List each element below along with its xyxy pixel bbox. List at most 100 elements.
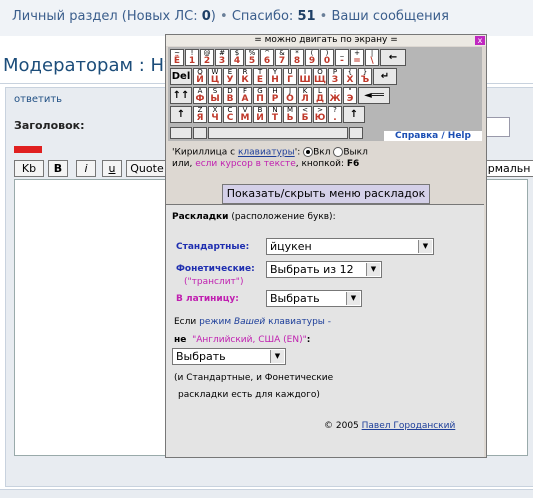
underline-button[interactable]: u [102,160,122,177]
function-key[interactable]: ↑ [343,106,365,123]
keyboard-key[interactable]: } Ъ [358,68,372,85]
keyboard-key[interactable]: UГ [283,68,297,85]
quote-button[interactable]: Quote [126,160,168,177]
keyboard-key[interactable]: JО [283,87,297,104]
mode-value: Выбрать [176,350,226,363]
keyboard-key[interactable]: #3 [215,49,229,66]
key-cyrillic: Ч [211,113,219,123]
key-cyrillic: 7 [278,56,286,66]
function-key[interactable]: ↑ [170,106,192,123]
keyboard-key[interactable]: QЙ [193,68,207,85]
keyboard-key[interactable]: _ - [335,49,349,66]
keyboard-key[interactable]: ! 1 [185,49,199,66]
keyboard-key[interactable]: ) 0 [320,49,334,66]
function-key[interactable]: ↵ [373,68,397,85]
keyboard-key[interactable]: OЩ [313,68,327,85]
space-row [170,127,364,140]
key-cyrillic: 1 [188,56,196,66]
author-link[interactable]: Павел Городанский [362,421,456,431]
cyr-prefix: 'Кириллица с [172,147,238,158]
keyboard-link[interactable]: клавиатуры [238,148,295,158]
keyboard-key[interactable]: ~ Ё [170,49,184,66]
keyboard-key[interactable]: WЦ [208,68,222,85]
latin-layout-select[interactable]: Выбрать ▼ [266,290,362,307]
keyboard-key[interactable]: SЫ [208,87,222,104]
alt-key[interactable] [193,127,207,139]
key-cyrillic: О [286,94,294,104]
keyboard-key[interactable]: YН [268,68,282,85]
function-key[interactable]: ◄══ [358,87,390,104]
thanks-link[interactable]: Спасибо: [232,9,298,24]
on-radio[interactable] [303,147,314,157]
keyboard-key[interactable]: VМ [238,106,252,123]
keyboard-key[interactable]: ZЯ [193,106,207,123]
alt-key[interactable] [349,127,363,139]
format-select[interactable]: ормальн [480,160,533,177]
virtual-keyboard-popup[interactable]: = можно двигать по экрану = x ~ Ё! 1 @2 #3 $4… [165,34,487,458]
function-key[interactable]: ↑↑ [170,87,192,104]
phonetic-layout-select[interactable]: Выбрать из 12 ▼ [266,261,382,278]
key-cyrillic: Ж [329,94,341,104]
keyboard-key[interactable]: " Э [343,87,357,104]
keyboard-key[interactable]: HР [268,87,282,104]
keyboard-key[interactable]: GП [253,87,267,104]
personal-section-link[interactable]: Личный раздел (Новых ЛС: [12,9,202,24]
keyboard-key[interactable]: LД [313,87,327,104]
drag-header[interactable]: = можно двигать по экрану = [166,35,486,46]
italic-button[interactable]: i [76,160,96,177]
bold-button[interactable]: B [48,160,68,177]
keyboard-key[interactable]: | \ [365,49,379,66]
function-key[interactable]: ← [380,49,406,66]
keyboard-key[interactable]: + = [350,49,364,66]
phonetic-label: Фонетические: [176,264,255,274]
keyboard-key[interactable]: XЧ [208,106,222,123]
keyboard-key[interactable]: IШ [298,68,312,85]
keyboard-key[interactable]: :Ж [328,87,342,104]
cyrillic-toggle: 'Кириллица с клавиатуры': Вкл Выкл [172,147,368,158]
keyboard-key[interactable]: * 8 [290,49,304,66]
close-icon[interactable]: x [475,36,485,45]
reply-link[interactable]: ответить [14,94,62,105]
copyright-text: © 2005 [324,421,362,431]
keyboard-key[interactable]: & 7 [275,49,289,66]
keyboard-key[interactable]: % 5 [245,49,259,66]
ctrl-key[interactable] [170,127,192,139]
keyboard-key[interactable]: TЕ [253,68,267,85]
keyboard-key[interactable]: RК [238,68,252,85]
standard-layout-select[interactable]: йцукен ▼ [266,238,434,255]
keyboard-key[interactable]: ?. [328,106,342,123]
keyboard-key[interactable]: EУ [223,68,237,85]
keyboard-key[interactable]: AФ [193,87,207,104]
keyboard-key[interactable]: CС [223,106,237,123]
key-cyrillic: И [256,113,264,123]
keyboard-key[interactable]: > Ю [313,106,327,123]
keyboard-mode-select[interactable]: Выбрать ▼ [172,348,286,365]
keyboard-key[interactable]: NТ [268,106,282,123]
keyboard-key[interactable]: FА [238,87,252,104]
keyboard-key[interactable]: (9 [305,49,319,66]
key-cyrillic: Й [196,75,204,85]
keyboard-key[interactable]: BИ [253,106,267,123]
key-cyrillic: 0 [323,56,331,66]
keyboard-key[interactable]: @2 [200,49,214,66]
keyboard-key[interactable]: < Б [298,106,312,123]
space-key[interactable] [208,127,348,139]
my-messages-link[interactable]: Ваши сообщения [331,9,448,24]
keyboard-key[interactable]: ^ 6 [260,49,274,66]
keyboard-key[interactable]: MЬ [283,106,297,123]
key-cyrillic: = [353,56,361,66]
key-cyrillic: Г [287,75,293,85]
off-radio[interactable] [333,147,344,157]
keyboard-key[interactable]: KЛ [298,87,312,104]
latin-label: В латиницу: [176,294,239,304]
toggle-layout-menu-button[interactable]: Показать/скрыть меню раскладок [222,184,430,204]
keyboard-key[interactable]: $4 [230,49,244,66]
keyboard-key[interactable]: PЗ [328,68,342,85]
key-cyrillic: Ш [299,75,311,85]
keyboard-key[interactable]: {Х [343,68,357,85]
help-link[interactable]: Справка / Help [384,131,482,141]
kb-button[interactable]: Kb [14,160,44,177]
cyr-colon: ': [294,147,301,158]
keyboard-key[interactable]: DВ [223,87,237,104]
function-key[interactable]: Del [170,68,192,85]
